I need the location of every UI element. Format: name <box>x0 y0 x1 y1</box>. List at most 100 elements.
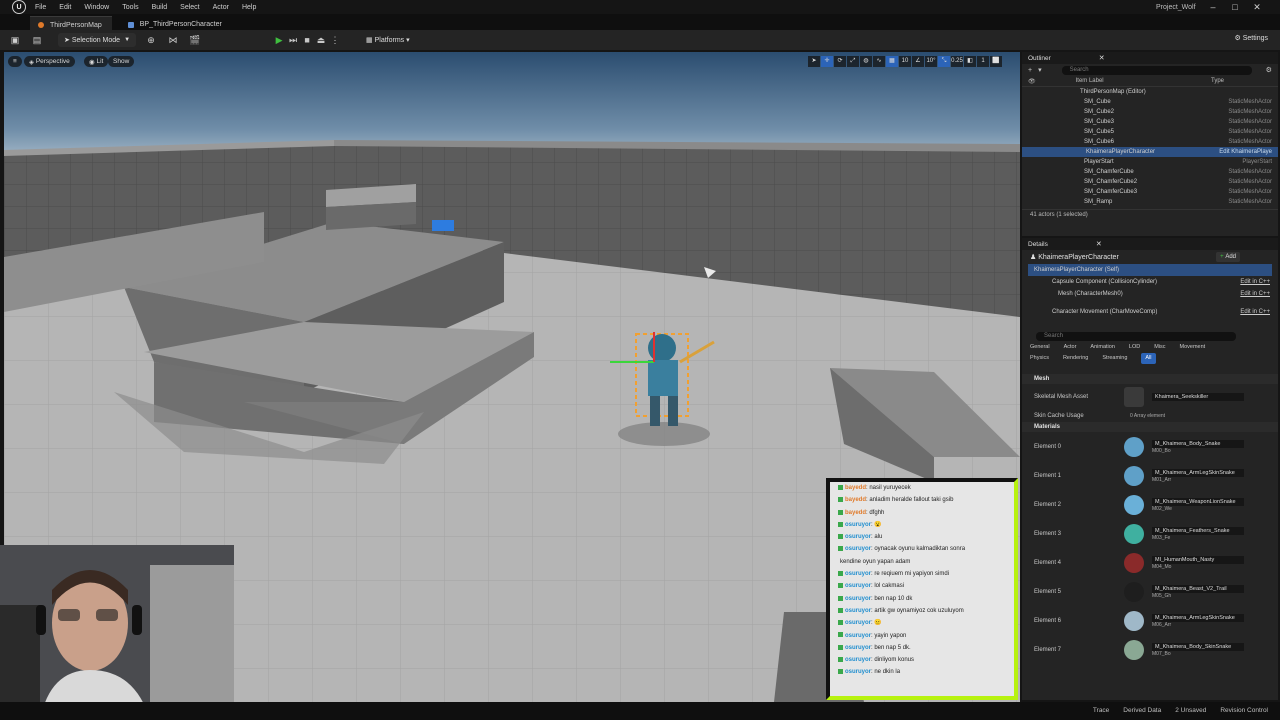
world-icon[interactable]: ◍ <box>860 56 872 67</box>
filter-tab[interactable]: LOD <box>1129 342 1140 353</box>
status-revision-control[interactable]: Revision Control <box>1220 707 1268 714</box>
material-thumbnail[interactable] <box>1124 523 1144 544</box>
material-thumbnail[interactable] <box>1124 465 1144 486</box>
scale-snap-value[interactable]: 0.25 <box>951 56 963 67</box>
close-icon[interactable]: ✕ <box>1246 2 1268 13</box>
material-thumbnail[interactable] <box>1124 494 1144 515</box>
outliner-row[interactable]: SM_Cube StaticMeshActor <box>1022 97 1278 107</box>
edit-in-cpp-link[interactable]: Edit in C++ <box>1240 291 1270 297</box>
outliner-row[interactable]: PlayerStart PlayerStart <box>1022 157 1278 167</box>
stop-icon[interactable]: ■ <box>300 35 314 46</box>
material-select[interactable]: M_Khaimera_Body_Snake <box>1152 439 1244 448</box>
menu-build[interactable]: Build <box>152 4 168 11</box>
content-browser-icon[interactable]: ▤ <box>30 33 44 47</box>
unreal-logo-icon[interactable]: U <box>12 0 26 14</box>
status-derived-data[interactable]: Derived Data <box>1123 707 1161 714</box>
skeletal-mesh-select[interactable]: Khaimera_Seekskiller <box>1152 393 1244 401</box>
add-component-button[interactable]: + Add <box>1216 252 1240 262</box>
add-actor-icon[interactable]: ⊕ <box>144 33 158 47</box>
eject-icon[interactable]: ⏏ <box>314 35 328 46</box>
filter-tab[interactable]: Animation <box>1090 342 1114 353</box>
outliner-map-row[interactable]: ThirdPersonMap (Editor) <box>1022 87 1278 97</box>
blueprint-menu-icon[interactable]: ⋈ <box>166 33 180 47</box>
material-select[interactable]: M_Khaimera_Beast_V2_Trail <box>1152 584 1244 593</box>
menu-window[interactable]: Window <box>84 4 109 11</box>
material-thumbnail[interactable] <box>1124 552 1144 573</box>
play-icon[interactable]: ▶ <box>272 35 286 46</box>
edit-in-cpp-link[interactable]: Edit in C++ <box>1240 279 1270 285</box>
component-self[interactable]: KhaimeraPlayerCharacter (Self) <box>1028 264 1272 276</box>
filter-tab[interactable]: General <box>1030 342 1050 353</box>
material-select[interactable]: M_Khaimera_ArmLegSkinSnake <box>1152 613 1244 622</box>
materials-section[interactable]: Materials <box>1022 422 1278 432</box>
maximize-icon[interactable]: □ <box>1224 2 1246 13</box>
settings-button[interactable]: ⚙ Settings <box>1234 34 1268 43</box>
select-icon[interactable]: ➤ <box>808 56 820 67</box>
platforms-dropdown[interactable]: ▦ Platforms ▾ <box>366 36 410 45</box>
mesh-section[interactable]: Mesh <box>1022 374 1278 384</box>
surface-snap-icon[interactable]: ∿ <box>873 56 885 67</box>
material-select[interactable]: M_Khaimera_Feathers_Snake <box>1152 526 1244 535</box>
close-icon[interactable]: ✕ <box>1099 54 1105 62</box>
filter-tab[interactable]: Actor <box>1064 342 1077 353</box>
cinematics-icon[interactable]: 🎬 <box>188 33 202 47</box>
outliner-row[interactable]: SM_ChamferCube3 StaticMeshActor <box>1022 187 1278 197</box>
scale-icon[interactable]: ⤢ <box>847 56 859 67</box>
component-capsule[interactable]: Capsule Component (CollisionCylinder) Ed… <box>1022 276 1278 288</box>
filter-icon[interactable]: ▾ <box>1038 66 1042 74</box>
settings-gear-icon[interactable]: ⚙ <box>1266 66 1272 74</box>
rotate-icon[interactable]: ⟳ <box>834 56 846 67</box>
minimize-icon[interactable]: – <box>1202 2 1224 13</box>
component-char-movement[interactable]: Character Movement (CharMoveComp) Edit i… <box>1022 306 1278 318</box>
close-icon[interactable]: ✕ <box>1096 240 1102 248</box>
outliner-row[interactable]: SM_Cube6 StaticMeshActor <box>1022 137 1278 147</box>
outliner-row[interactable]: KhaimeraPlayerCharacter Edit KhaimeraPlay… <box>1022 147 1278 157</box>
outliner-tab[interactable]: Outliner ✕ <box>1022 52 1278 64</box>
scale-snap-icon[interactable]: ⤡ <box>938 56 950 67</box>
status-unsaved[interactable]: 2 Unsaved <box>1175 707 1206 714</box>
selection-mode-dropdown[interactable]: ➤ Selection Mode ▼ <box>58 33 137 47</box>
material-select[interactable]: MI_HumanMouth_Nasty <box>1152 555 1244 564</box>
save-icon[interactable]: ▣ <box>8 33 22 47</box>
more-icon[interactable]: ⋮ <box>328 35 342 46</box>
outliner-row[interactable]: SM_ChamferCube StaticMeshActor <box>1022 167 1278 177</box>
details-search-input[interactable]: Search <box>1036 331 1236 341</box>
material-select[interactable]: M_Khaimera_Body_SkinSnake <box>1152 642 1244 651</box>
camera-speed-icon[interactable]: ◧ <box>964 56 976 67</box>
menu-tools[interactable]: Tools <box>122 4 138 11</box>
details-tab[interactable]: Details ✕ <box>1022 238 1278 250</box>
material-thumbnail[interactable] <box>1124 639 1144 660</box>
component-mesh[interactable]: Mesh (CharacterMesh0) Edit in C++ <box>1022 288 1278 300</box>
menu-actor[interactable]: Actor <box>213 4 229 11</box>
rotation-snap-value[interactable]: 10° <box>925 56 937 67</box>
filter-tab[interactable]: Misc <box>1154 342 1165 353</box>
filter-tab[interactable]: Physics <box>1030 353 1049 364</box>
tab-bp-third-person-character[interactable]: BP_ThirdPersonCharacter <box>120 16 232 30</box>
outliner-row[interactable]: SM_Ramp StaticMeshActor <box>1022 197 1278 207</box>
outliner-row[interactable]: SM_Cube3 StaticMeshActor <box>1022 117 1278 127</box>
edit-in-cpp-link[interactable]: Edit in C++ <box>1240 309 1270 315</box>
tab-third-person-map[interactable]: ThirdPersonMap <box>30 16 112 30</box>
material-thumbnail[interactable] <box>1124 436 1144 457</box>
material-select[interactable]: M_Khaimera_ArmLegSkinSnake <box>1152 468 1244 477</box>
move-icon[interactable]: ✛ <box>821 56 833 67</box>
grid-snap-value[interactable]: 10 <box>899 56 911 67</box>
perspective-button[interactable]: ◈ Perspective <box>24 56 75 67</box>
outliner-row[interactable]: SM_Cube5 StaticMeshActor <box>1022 127 1278 137</box>
lit-button[interactable]: ◉ Lit <box>84 56 109 67</box>
outliner-row[interactable]: SM_Cube2 StaticMeshActor <box>1022 107 1278 117</box>
viewport-options-button[interactable]: ≡ <box>8 56 22 67</box>
material-select[interactable]: M_Khaimera_WeaponLionSnake <box>1152 497 1244 506</box>
outliner-row[interactable]: SM_ChamferCube2 StaticMeshActor <box>1022 177 1278 187</box>
status-trace[interactable]: Trace <box>1093 707 1109 714</box>
filter-tab[interactable]: Movement <box>1180 342 1206 353</box>
menu-file[interactable]: File <box>35 4 46 11</box>
add-icon[interactable]: + <box>1028 67 1032 74</box>
type-column[interactable]: Type <box>1211 78 1224 84</box>
material-thumbnail[interactable] <box>1124 581 1144 602</box>
grid-snap-icon[interactable]: ▦ <box>886 56 898 67</box>
outliner-search-input[interactable]: Search <box>1061 65 1252 75</box>
menu-help[interactable]: Help <box>242 4 256 11</box>
show-button[interactable]: Show <box>108 56 135 67</box>
filter-tab[interactable]: All <box>1141 353 1156 364</box>
